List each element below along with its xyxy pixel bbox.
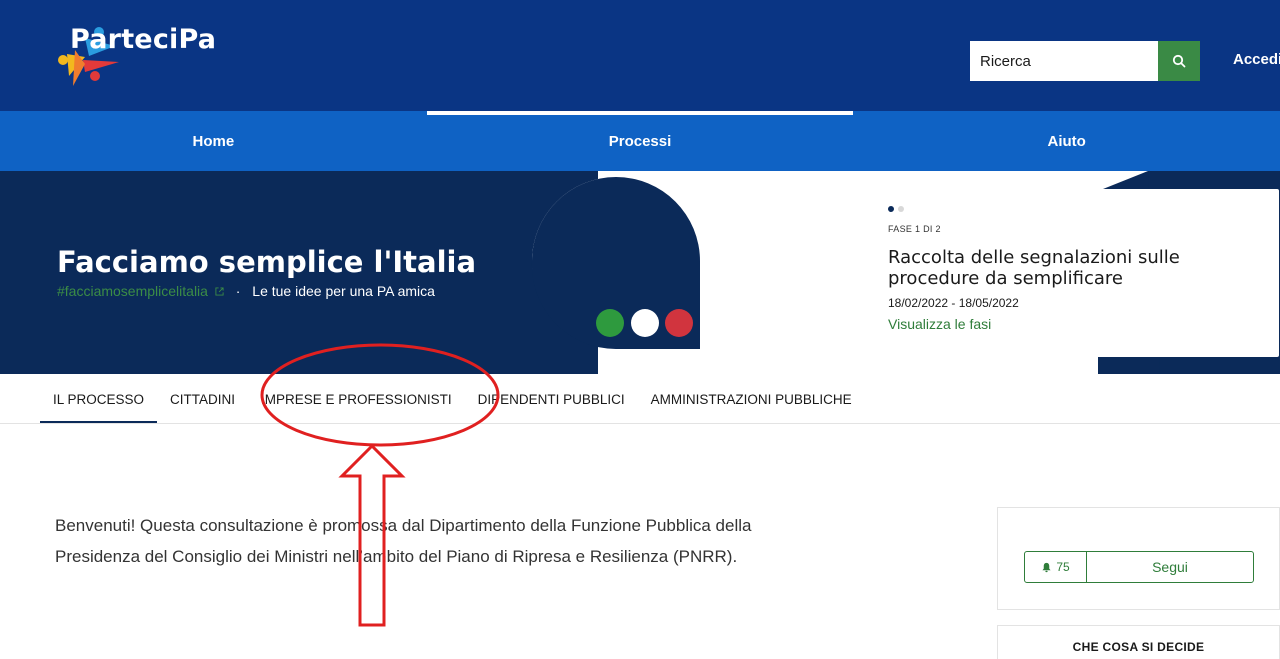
follow-button-group: 75 Segui <box>1024 551 1254 583</box>
tab-amministrazioni-pubbliche[interactable]: AMMINISTRAZIONI PUBBLICHE <box>638 374 865 424</box>
tab-dipendenti-pubblici[interactable]: DIPENDENTI PUBBLICI <box>465 374 638 424</box>
carousel-dot-active[interactable] <box>888 206 894 212</box>
process-title: Facciamo semplice l'Italia <box>57 245 477 279</box>
phase-label: FASE 1 DI 2 <box>888 224 941 234</box>
search-button[interactable] <box>1158 41 1200 81</box>
follower-count: 75 <box>1025 552 1087 582</box>
follow-card: 75 Segui <box>997 507 1280 610</box>
site-logo-text[interactable]: ParteciPa <box>70 24 216 55</box>
phase-carousel-dots <box>888 206 904 212</box>
tabs-divider <box>0 423 1280 424</box>
carousel-dot[interactable] <box>898 206 904 212</box>
process-subtitle: Le tue idee per una PA amica <box>252 283 435 299</box>
bell-icon <box>1042 562 1051 572</box>
search-bar <box>970 41 1200 81</box>
tab-imprese-e-professionisti[interactable]: IMPRESE E PROFESSIONISTI <box>248 374 465 424</box>
tab-il-processo[interactable]: IL PROCESSO <box>40 374 158 424</box>
external-link-icon <box>215 287 224 296</box>
phase-dates: 18/02/2022 - 18/05/2022 <box>888 296 1019 310</box>
process-subtitle-line: #facciamosemplicelitalia · Le tue idee p… <box>57 283 435 299</box>
search-icon <box>1172 54 1186 68</box>
main-nav: Home Processi Aiuto <box>0 111 1280 171</box>
subtitle-separator: · <box>235 283 241 299</box>
process-intro-text: Benvenuti! Questa consultazione è promos… <box>55 516 752 566</box>
login-link[interactable]: Accedi <box>1233 51 1280 68</box>
nav-item-processi[interactable]: Processi <box>426 111 854 171</box>
process-hashtag-link[interactable]: #facciamosemplicelitalia <box>57 283 208 299</box>
follow-button[interactable]: Segui <box>1087 552 1253 582</box>
process-hero: Facciamo semplice l'Italia #facciamosemp… <box>0 171 1280 374</box>
view-phases-link[interactable]: Visualizza le fasi <box>888 316 991 332</box>
decide-heading: CHE COSA SI DECIDE <box>1072 640 1205 654</box>
nav-item-home[interactable]: Home <box>0 111 427 171</box>
follower-count-value: 75 <box>1056 560 1070 574</box>
phase-card: FASE 1 DI 2 Raccolta delle segnalazioni … <box>872 189 1279 357</box>
process-tabs: IL PROCESSO CITTADINI IMPRESE E PROFESSI… <box>40 374 865 424</box>
site-header: ParteciPa Accedi <box>0 0 1280 111</box>
phase-title: Raccolta delle segnalazioni sulle proced… <box>888 247 1180 289</box>
tab-cittadini[interactable]: CITTADINI <box>157 374 248 424</box>
decide-card: CHE COSA SI DECIDE <box>997 625 1280 659</box>
search-input[interactable] <box>970 41 1158 81</box>
nav-item-aiuto[interactable]: Aiuto <box>853 111 1280 171</box>
hero-emblem-icon <box>531 177 700 349</box>
